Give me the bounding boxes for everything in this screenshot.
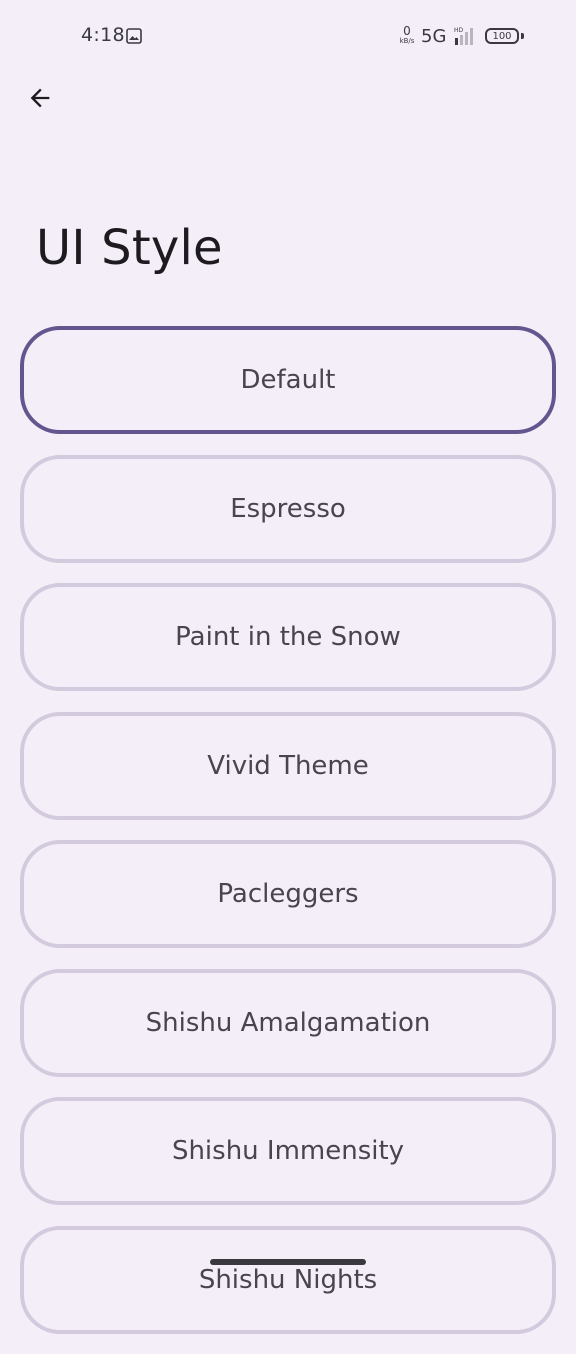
style-option-pacleggers[interactable]: Pacleggers <box>20 840 556 948</box>
style-option-shishu-amalgamation[interactable]: Shishu Amalgamation <box>20 968 556 1077</box>
home-indicator[interactable] <box>210 1259 366 1265</box>
page-title: UI Style <box>36 220 223 276</box>
style-option-vivid-theme[interactable]: Vivid Theme <box>20 711 556 820</box>
network-speed-value: 0 <box>403 24 411 38</box>
battery-level: 100 <box>492 30 512 42</box>
battery-tip <box>521 33 524 39</box>
image-icon <box>126 28 142 44</box>
network-speed: 0 kB/s <box>397 25 417 45</box>
signal-icon: HD <box>454 27 473 45</box>
back-button[interactable] <box>18 76 62 120</box>
style-option-paint-in-the-snow[interactable]: Paint in the Snow <box>20 583 556 691</box>
signal-hd-label: HD <box>454 27 464 34</box>
network-type: 5G <box>421 26 447 47</box>
arrow-back-icon <box>30 88 50 108</box>
style-option-default[interactable]: Default <box>20 326 556 434</box>
battery-indicator: 100 <box>485 28 519 44</box>
network-speed-unit: kB/s <box>399 37 415 45</box>
style-option-list: Default Espresso Paint in the Snow Vivid… <box>20 326 556 1354</box>
status-time: 4:18 <box>81 24 125 46</box>
status-bar: 4:18 0 kB/s 5G HD 100 <box>0 0 576 74</box>
style-option-espresso[interactable]: Espresso <box>20 454 556 563</box>
style-option-shishu-immensity[interactable]: Shishu Immensity <box>20 1097 556 1205</box>
